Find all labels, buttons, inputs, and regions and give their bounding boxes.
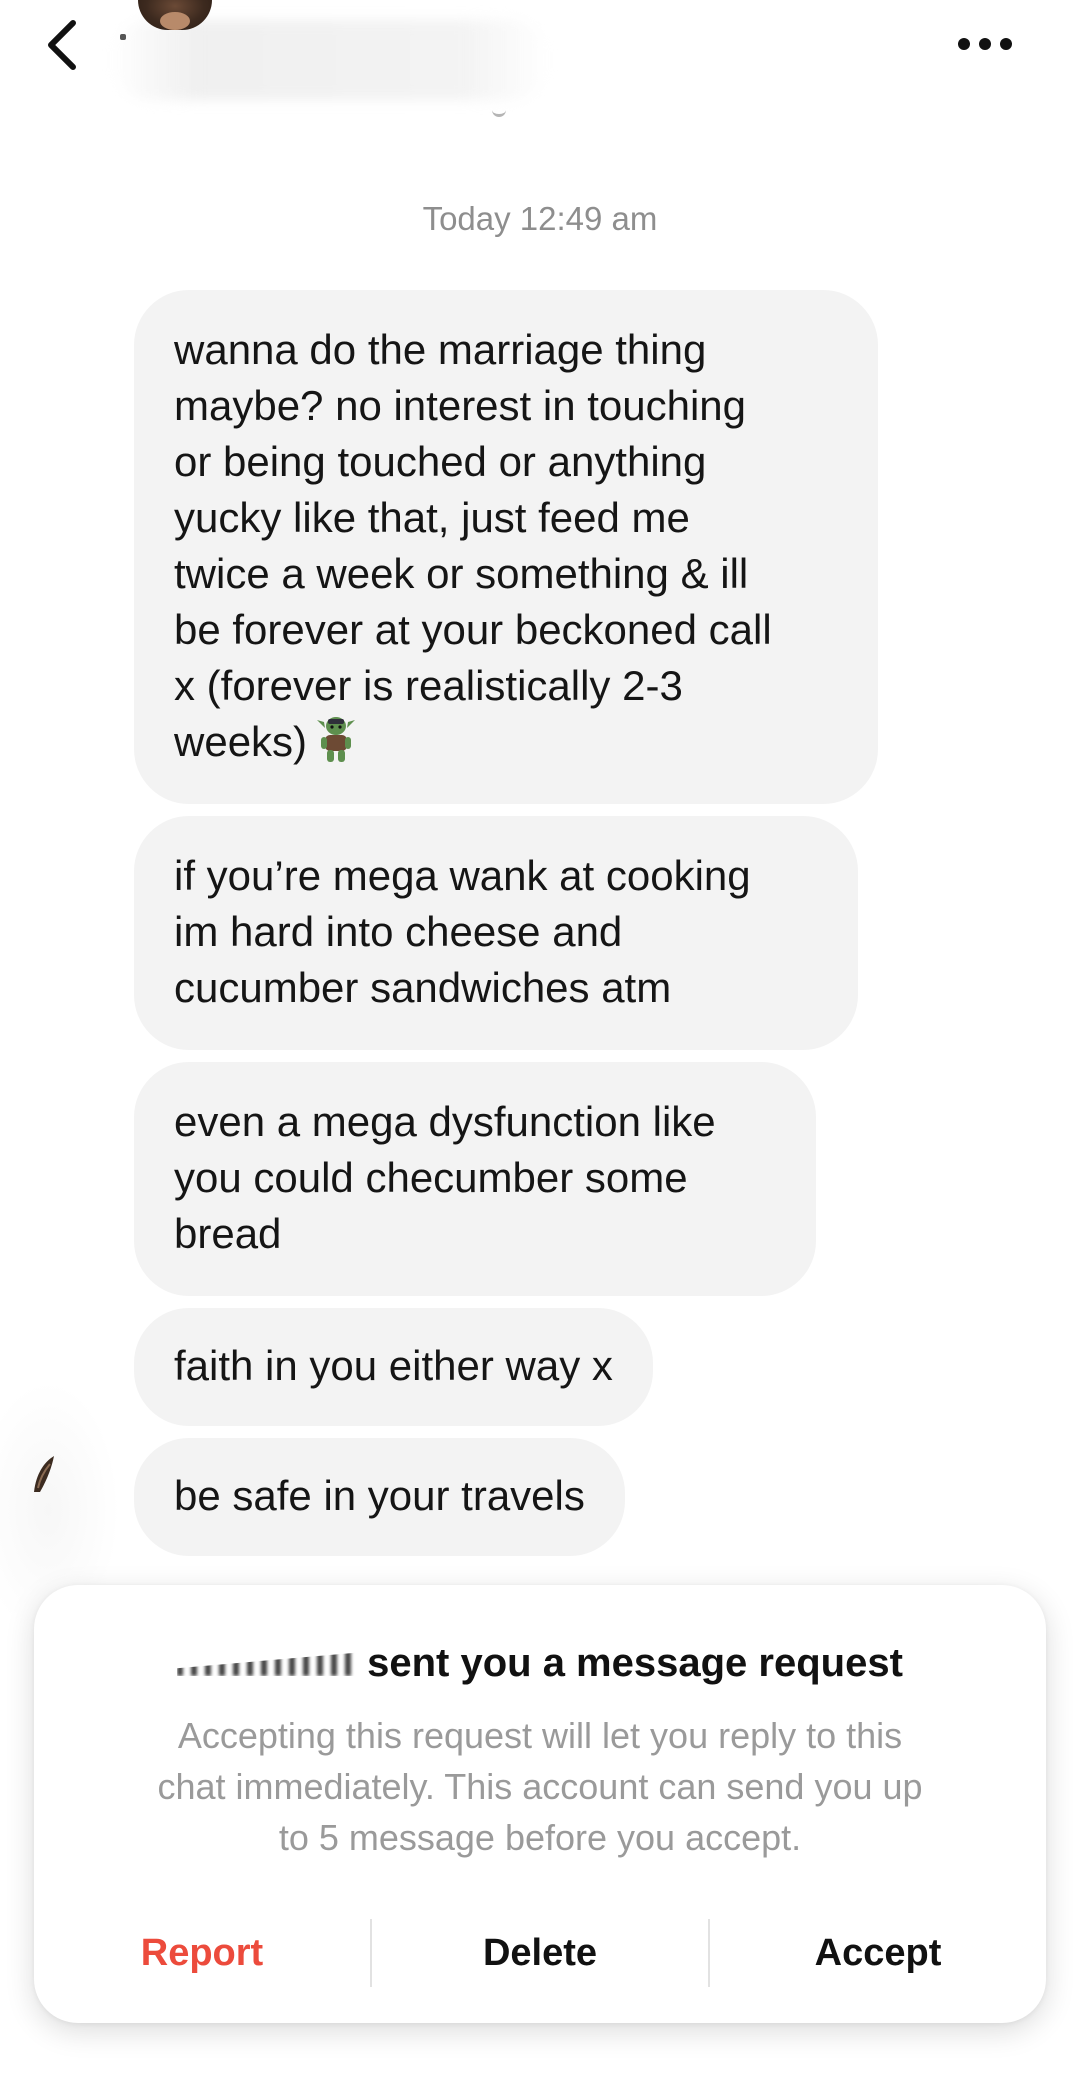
report-button[interactable]: Report bbox=[34, 1931, 370, 1976]
username-redacted bbox=[110, 20, 550, 100]
goblin-emoji bbox=[317, 717, 356, 762]
subtitle-redacted bbox=[492, 108, 506, 117]
username-redacted bbox=[177, 1652, 358, 1676]
request-description: Accepting this request will let you repl… bbox=[94, 1710, 986, 1863]
message-line: weeks) bbox=[174, 718, 308, 765]
message-line: if you’re mega wank at cooking bbox=[174, 852, 751, 899]
request-line: to 5 message before you accept. bbox=[278, 1817, 802, 1858]
message-timestamp: Today 12:49 am bbox=[422, 200, 658, 237]
accept-button[interactable]: Accept bbox=[710, 1931, 1046, 1976]
message-line: or being touched or anything bbox=[174, 438, 707, 485]
request-actions: Report Delete Accept bbox=[34, 1903, 1046, 2003]
request-title: sent you a message request bbox=[34, 1641, 1046, 1686]
message-line: cucumber sandwiches atm bbox=[174, 964, 672, 1011]
message-request-card: sent you a message request Accepting thi… bbox=[34, 1585, 1046, 2023]
message-line: x (forever is realistically 2-3 bbox=[174, 662, 683, 709]
message-line: wanna do the marriage thing bbox=[174, 326, 707, 373]
message-list: wanna do the marriage thing maybe? no in… bbox=[134, 290, 894, 1568]
chat-screen: Today 12:49 am wanna do the marriage thi… bbox=[0, 0, 1080, 2084]
message-bubble[interactable]: if you’re mega wank at cooking im hard i… bbox=[134, 816, 858, 1050]
more-options-button[interactable] bbox=[940, 22, 1030, 66]
message-bubble[interactable]: be safe in your travels bbox=[134, 1438, 625, 1556]
message-line: be forever at your beckoned call bbox=[174, 606, 772, 653]
chevron-left-icon bbox=[48, 20, 76, 70]
message-line: maybe? no interest in touching bbox=[174, 382, 747, 429]
message-bubble[interactable]: faith in you either way x bbox=[134, 1308, 653, 1426]
chat-header bbox=[0, 0, 1080, 117]
request-title-text: sent you a message request bbox=[367, 1641, 903, 1685]
message-line: even a mega dysfunction like bbox=[174, 1098, 716, 1145]
message-line: im hard into cheese and bbox=[174, 908, 623, 955]
sender-avatar[interactable] bbox=[30, 1452, 56, 1496]
message-line: twice a week or something & ill bbox=[174, 550, 749, 597]
message-line: be safe in your travels bbox=[174, 1472, 585, 1519]
more-horizontal-icon bbox=[958, 38, 1012, 50]
message-bubble[interactable]: even a mega dysfunction like you could c… bbox=[134, 1062, 816, 1296]
message-line: bread bbox=[174, 1210, 282, 1257]
message-line: you could checumber some bbox=[174, 1154, 688, 1201]
request-line: chat immediately. This account can send … bbox=[157, 1766, 923, 1807]
request-line: Accepting this request will let you repl… bbox=[177, 1715, 903, 1756]
message-bubble[interactable]: wanna do the marriage thing maybe? no in… bbox=[134, 290, 878, 804]
back-button[interactable] bbox=[28, 10, 98, 80]
message-line: yucky like that, just feed me bbox=[174, 494, 690, 541]
delete-button[interactable]: Delete bbox=[372, 1931, 708, 1976]
message-line: faith in you either way x bbox=[174, 1342, 613, 1389]
redaction-mark bbox=[120, 34, 126, 40]
